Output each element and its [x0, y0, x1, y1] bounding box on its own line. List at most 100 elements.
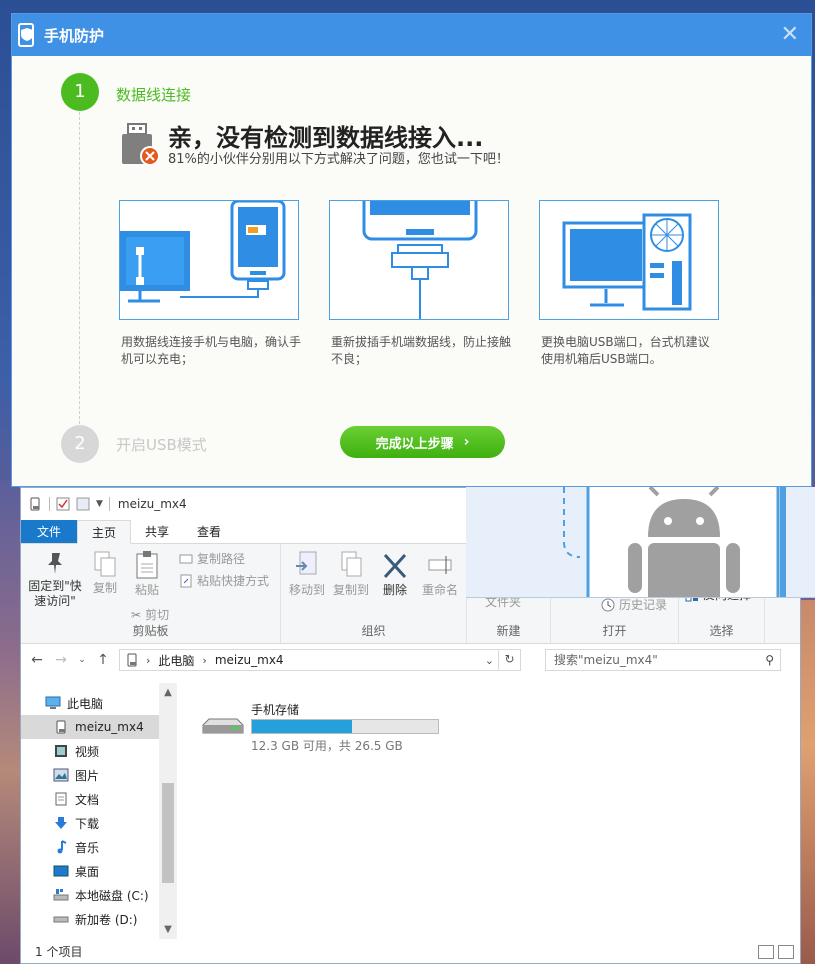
illustration-connect-cable [119, 200, 299, 320]
pin-icon [48, 553, 62, 574]
pin-quick-access-button[interactable]: 固定到"快 速访问" [27, 550, 83, 609]
rename-button[interactable]: 重命名 [417, 550, 463, 598]
hard-drive-icon [53, 916, 69, 923]
copy-to-icon [341, 551, 362, 577]
address-bar-row: ← → ⌄ ↑ › 此电脑 › meizu_mx4 ⌄ ↻ 搜索"meizu_m… [21, 644, 800, 676]
explorer-content: 此电脑 meizu_mx4 视频 图片 文档 下载 音乐 桌面 本地磁盘 (C:… [21, 683, 800, 939]
complete-steps-label: 完成以上步骤 [375, 436, 454, 452]
select-group-label: 选择 [709, 624, 734, 638]
rename-label: 重命名 [421, 583, 458, 597]
download-arrow-icon [55, 817, 67, 829]
document-icon [55, 792, 67, 806]
android-usb-overlay [466, 487, 815, 598]
copy-button[interactable]: 复制 [87, 550, 123, 596]
nav-scrollbar[interactable]: ▲ ▼ [159, 683, 177, 939]
caption-change-port: 更换电脑USB端口，台式机建议使用机箱后USB端口。 [541, 335, 710, 366]
complete-steps-button[interactable]: 完成以上步骤 › [340, 426, 505, 458]
clipboard-group-label: 剪贴板 [132, 624, 169, 638]
nav-label: 文档 [75, 792, 100, 807]
phone-storage-drive-icon [202, 718, 244, 734]
nav-label: 下载 [75, 816, 100, 831]
address-dropdown-icon[interactable]: ⌄ [485, 654, 494, 667]
search-input[interactable]: 搜索"meizu_mx4" ⚲ [545, 649, 781, 671]
organize-group-label: 组织 [361, 624, 386, 638]
forward-arrow-icon[interactable]: → [53, 652, 69, 668]
desktop-pc-icon [562, 213, 692, 311]
android-robot-icon [563, 487, 786, 597]
scissors-icon: ✂ [131, 607, 142, 622]
nav-item-this-pc[interactable]: 此电脑 [21, 691, 177, 715]
copy-path-label: 复制路径 [197, 552, 246, 566]
nav-item-meizu[interactable]: meizu_mx4 [21, 715, 177, 739]
step-2-badge: 2 [61, 425, 99, 463]
paste-button[interactable]: 粘贴 [127, 550, 167, 598]
open-group-label: 打开 [602, 624, 627, 638]
laptop-phone-cable-icon [120, 201, 286, 303]
delete-button[interactable]: 删除 [377, 550, 413, 598]
computer-icon [45, 696, 61, 709]
paste-icon [136, 551, 158, 579]
breadcrumb-current[interactable]: meizu_mx4 [215, 653, 284, 667]
drive-tile-phone-storage[interactable]: 手机存储 12.3 GB 可用，共 26.5 GB [201, 701, 461, 757]
subline: 81%的小伙伴分别用以下方式解决了问题，您也试一下吧！ [168, 152, 509, 167]
shield-phone-icon [18, 23, 34, 47]
step-2-label: 开启USB模式 [116, 436, 207, 454]
nav-item-music[interactable]: 音乐 [21, 835, 177, 859]
step-1-label: 数据线连接 [116, 86, 192, 104]
nav-item-pictures[interactable]: 图片 [21, 763, 177, 787]
large-icons-view-icon[interactable] [778, 945, 794, 959]
copy-icon [94, 551, 116, 577]
recent-dropdown-icon[interactable]: ⌄ [77, 655, 87, 665]
move-to-button[interactable]: 移动到 [285, 550, 329, 598]
nav-item-videos[interactable]: 视频 [21, 739, 177, 763]
history-label: 历史记录 [619, 598, 668, 612]
toolbar-separator [108, 497, 110, 511]
breadcrumb-this-pc[interactable]: 此电脑 [158, 652, 194, 669]
drive-usage-bar [251, 719, 439, 734]
item-count: 1 个项目 [35, 944, 83, 959]
properties-icon[interactable] [56, 497, 70, 511]
search-icon[interactable]: ⚲ [765, 650, 774, 670]
nav-item-documents[interactable]: 文档 [21, 787, 177, 811]
nav-item-local-disk-c[interactable]: 本地磁盘 (C:) [21, 883, 177, 907]
paste-shortcut-button[interactable]: 粘贴快捷方式 [179, 572, 269, 589]
nav-item-downloads[interactable]: 下载 [21, 811, 177, 835]
desktop-wallpaper-left [0, 480, 20, 964]
drive-name: 手机存储 [251, 703, 300, 717]
close-icon[interactable]: ✕ [781, 22, 799, 47]
drive-icon [127, 653, 137, 667]
chevron-right-icon: › [463, 434, 470, 450]
scroll-down-icon[interactable]: ▼ [159, 924, 177, 935]
history-button[interactable]: 历史记录 [601, 596, 667, 613]
scroll-up-icon[interactable]: ▲ [159, 687, 177, 698]
tab-share[interactable]: 共享 [131, 520, 183, 543]
move-to-icon [296, 551, 317, 575]
details-view-icon[interactable] [758, 945, 774, 959]
drive-size-text: 12.3 GB 可用，共 26.5 GB [251, 739, 403, 753]
address-input[interactable]: › 此电脑 › meizu_mx4 ⌄ ↻ [119, 649, 521, 671]
illustration-replug-cable [329, 200, 509, 320]
customize-dropdown-icon[interactable]: ▼ [96, 499, 103, 509]
scroll-thumb[interactable] [162, 783, 174, 883]
tab-home[interactable]: 主页 [77, 520, 132, 544]
dialog-title-bar[interactable]: 手机防护 ✕ [12, 14, 811, 56]
nav-item-desktop[interactable]: 桌面 [21, 859, 177, 883]
refresh-icon[interactable]: ↻ [498, 649, 520, 671]
delete-label: 删除 [382, 583, 407, 597]
nav-label: 视频 [75, 744, 100, 759]
nav-label: 桌面 [75, 864, 100, 879]
new-folder-icon[interactable] [76, 497, 90, 511]
cut-button[interactable]: ✂ 剪切 [131, 606, 169, 623]
cut-label: 剪切 [145, 608, 170, 622]
nav-label: 本地磁盘 (C:) [75, 888, 149, 903]
tab-view[interactable]: 查看 [183, 520, 235, 543]
copy-to-button[interactable]: 复制到 [329, 550, 373, 598]
nav-label: 此电脑 [67, 696, 104, 711]
tab-file[interactable]: 文件 [21, 520, 78, 543]
back-arrow-icon[interactable]: ← [29, 652, 45, 668]
nav-label: 图片 [75, 768, 100, 783]
nav-item-new-volume-d[interactable]: 新加卷 (D:) [21, 907, 177, 931]
copy-path-button[interactable]: 复制路径 [179, 550, 245, 567]
video-icon [55, 745, 67, 757]
up-arrow-icon[interactable]: ↑ [95, 652, 111, 668]
